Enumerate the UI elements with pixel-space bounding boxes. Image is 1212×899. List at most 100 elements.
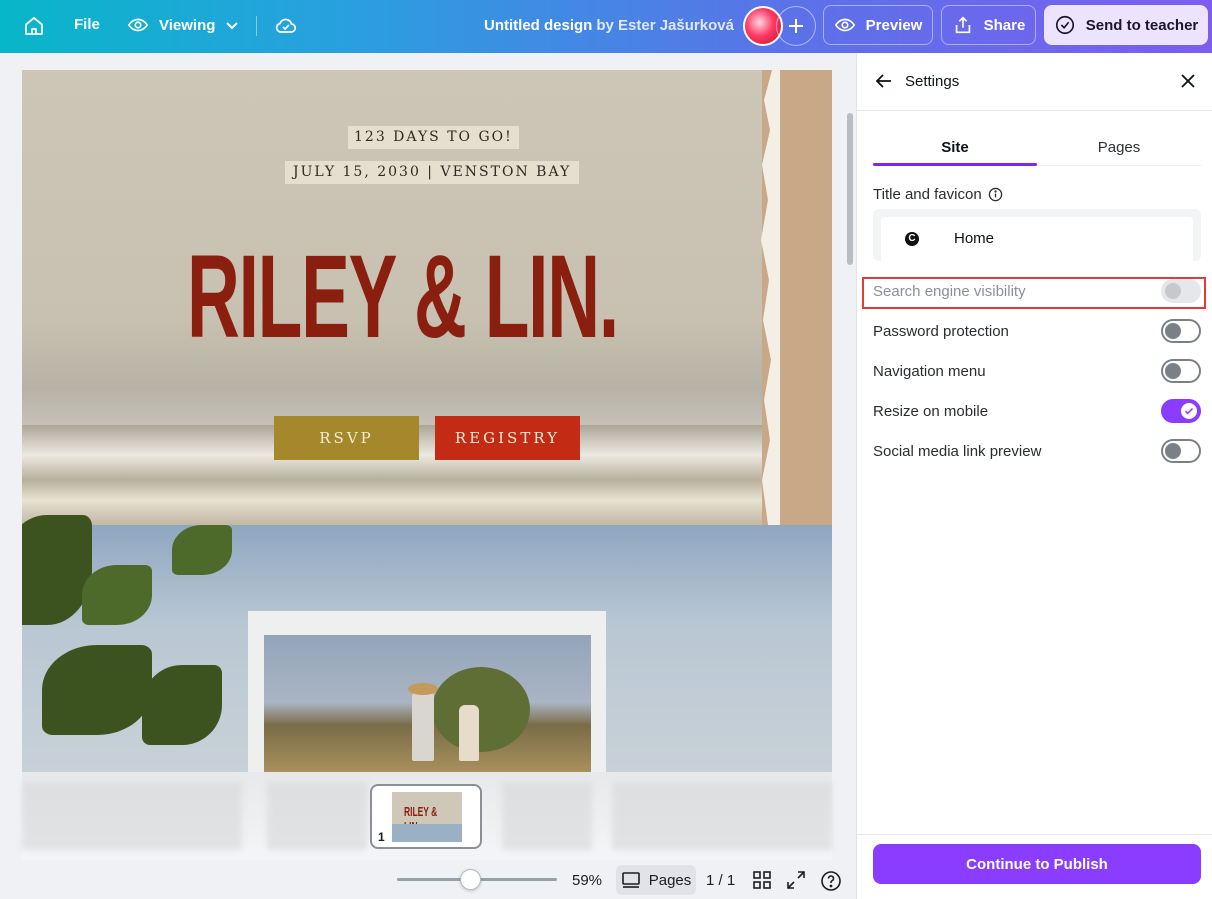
arrow-left-icon (875, 74, 891, 88)
close-icon (1181, 74, 1195, 88)
person-figure (459, 705, 479, 761)
zoom-slider-handle[interactable] (460, 869, 481, 890)
toggle-knob (1165, 323, 1181, 339)
paper-tear-shape (761, 70, 780, 525)
navigation-menu-label: Navigation menu (873, 363, 986, 380)
social-media-link-preview-row: Social media link preview (873, 435, 1201, 467)
chevron-down-icon (226, 22, 239, 30)
foliage-decoration (142, 665, 222, 745)
couple-photo (264, 635, 591, 772)
fullscreen-icon (787, 871, 805, 889)
canvas-area: 123 DAYS TO GO! JULY 15, 2030 | VENSTON … (0, 53, 855, 899)
file-menu-label: File (74, 16, 100, 33)
add-collaborator-button[interactable] (776, 6, 816, 46)
viewing-mode-button[interactable]: Viewing (127, 14, 239, 36)
favicon-page-title: Home (954, 230, 995, 247)
search-engine-visibility-label: Search engine visibility (873, 283, 1026, 300)
share-upload-icon (955, 16, 970, 34)
home-icon (25, 17, 43, 35)
photo-frame[interactable] (248, 611, 606, 772)
page-thumbnail-preview: RILEY & LIN. (392, 792, 462, 842)
resize-on-mobile-label: Resize on mobile (873, 403, 989, 420)
website-design[interactable]: 123 DAYS TO GO! JULY 15, 2030 | VENSTON … (22, 70, 832, 772)
resize-on-mobile-row: Resize on mobile (873, 395, 1201, 427)
date-location-text[interactable]: JULY 15, 2030 | VENSTON BAY (285, 161, 580, 184)
cloud-check-icon (275, 18, 297, 33)
photo-section[interactable] (22, 515, 832, 772)
social-media-link-preview-toggle[interactable] (1161, 439, 1201, 463)
foliage-decoration (82, 565, 152, 625)
password-protection-toggle[interactable] (1161, 319, 1201, 343)
zoom-percentage[interactable]: 59% (572, 872, 602, 889)
document-title-text: Untitled design (484, 17, 593, 34)
bush-shape (432, 667, 530, 752)
password-protection-row: Password protection (873, 315, 1201, 347)
panel-header: Settings (857, 53, 1212, 111)
navigation-menu-toggle[interactable] (1161, 359, 1201, 383)
hat-shape (408, 683, 438, 695)
hero-section[interactable]: 123 DAYS TO GO! JULY 15, 2030 | VENSTON … (22, 70, 832, 525)
file-menu-button[interactable]: File (74, 16, 100, 33)
info-icon[interactable] (988, 187, 1003, 202)
title-favicon-label: Title and favicon (873, 186, 982, 203)
page-thumbnail-1[interactable]: RILEY & LIN. 1 (370, 784, 482, 849)
toggle-knob (1165, 443, 1181, 459)
search-engine-visibility-toggle[interactable] (1161, 279, 1201, 303)
top-toolbar: File Viewing Untitled design by Ester Ja… (0, 0, 1212, 53)
close-panel-button[interactable] (1179, 72, 1197, 95)
countdown-text[interactable]: 123 DAYS TO GO! (348, 126, 519, 149)
couple-title[interactable]: RILEY & LIN. (187, 222, 619, 372)
page-counter: 1 / 1 (706, 872, 736, 889)
pages-view-label: Pages (648, 871, 692, 889)
save-status-button[interactable] (274, 14, 298, 38)
grid-view-button[interactable] (752, 870, 772, 895)
send-to-teacher-button[interactable]: Send to teacher (1044, 5, 1208, 45)
viewing-mode-label: Viewing (159, 16, 216, 34)
rsvp-button[interactable]: RSVP (274, 416, 419, 460)
toolbar-divider (256, 16, 257, 36)
check-icon (1184, 407, 1194, 415)
share-button[interactable]: Share (941, 5, 1036, 45)
foliage-decoration (172, 525, 232, 575)
settings-panel: Settings Site Pages Title and favicon C … (856, 53, 1212, 899)
navigation-menu-row: Navigation menu (873, 355, 1201, 387)
panel-title: Settings (905, 73, 960, 90)
continue-to-publish-button[interactable]: Continue to Publish (873, 844, 1201, 884)
registry-button[interactable]: REGISTRY (435, 416, 580, 460)
social-media-link-preview-label: Social media link preview (873, 443, 1042, 460)
person-figure (412, 691, 434, 761)
eye-icon (127, 18, 149, 32)
back-button[interactable] (875, 72, 893, 95)
document-title[interactable]: Untitled design by Ester Jašurková (484, 17, 734, 34)
favicon-logo-icon: C (905, 232, 919, 246)
panel-footer-divider (857, 834, 1212, 835)
title-favicon-section: Title and favicon (873, 186, 1003, 203)
fullscreen-button[interactable] (786, 870, 806, 895)
tab-pages[interactable]: Pages (1037, 139, 1201, 156)
eye-icon (834, 18, 855, 32)
help-button[interactable] (820, 870, 842, 897)
grid-icon (753, 871, 771, 889)
tab-site[interactable]: Site (873, 139, 1037, 156)
thumbnail-photo (392, 824, 462, 842)
search-engine-visibility-row: Search engine visibility (873, 275, 1201, 307)
check-circle-icon (1055, 15, 1074, 35)
bottom-bar: 59% Pages 1 / 1 (0, 860, 855, 899)
send-to-teacher-label: Send to teacher (1085, 16, 1199, 34)
home-button[interactable] (22, 14, 46, 38)
preview-label: Preview (865, 16, 923, 34)
share-label: Share (983, 16, 1026, 34)
toggle-knob (1165, 363, 1181, 379)
thumbnail-ghost (612, 782, 832, 850)
help-icon (821, 871, 841, 891)
password-protection-label: Password protection (873, 323, 1009, 340)
pages-view-button[interactable]: Pages (616, 865, 696, 895)
favicon-preview-box[interactable]: C Home (873, 209, 1201, 261)
pages-icon (621, 872, 640, 888)
favicon-tab-preview: C Home (881, 217, 1193, 261)
page-number: 1 (378, 830, 385, 844)
canvas-scrollbar[interactable] (847, 113, 853, 265)
preview-button[interactable]: Preview (823, 5, 933, 45)
resize-on-mobile-toggle[interactable] (1161, 399, 1201, 423)
thumbnail-ghost (267, 782, 367, 850)
